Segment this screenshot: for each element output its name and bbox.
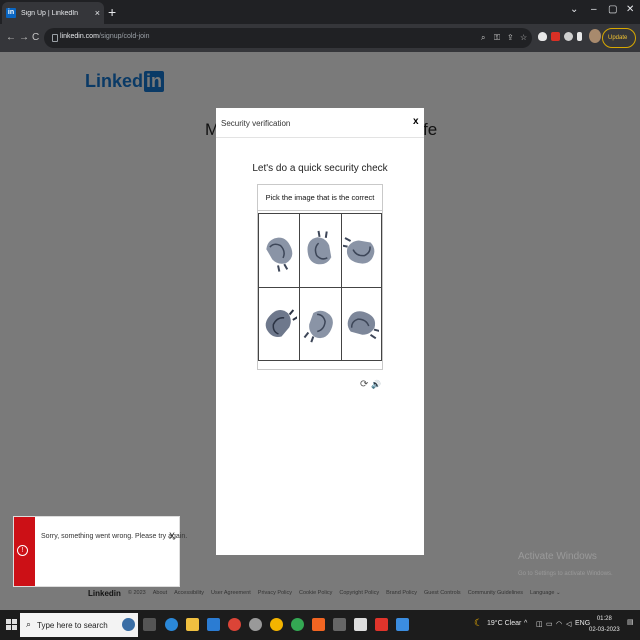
forward-arrow-icon[interactable]: → bbox=[19, 32, 29, 44]
share-icon[interactable]: ⇪ bbox=[507, 33, 514, 42]
tab-close-icon[interactable]: × bbox=[95, 8, 100, 18]
chrome-profile-icon[interactable] bbox=[270, 618, 283, 631]
page-footer: Linkedin © 2023 About Accessibility User… bbox=[88, 588, 561, 598]
footer-link-community-guidelines[interactable]: Community Guidelines bbox=[468, 590, 523, 596]
toast-close-button[interactable]: X bbox=[169, 531, 175, 541]
side-panel-icon[interactable] bbox=[577, 32, 582, 41]
wifi-icon[interactable]: ◠ bbox=[556, 620, 562, 628]
footer-link-copyright-policy[interactable]: Copyright Policy bbox=[339, 590, 379, 596]
captcha-image-option[interactable] bbox=[299, 287, 341, 360]
app-orange-icon[interactable] bbox=[312, 618, 325, 631]
profile-avatar[interactable] bbox=[589, 29, 601, 43]
back-arrow-icon[interactable]: ← bbox=[6, 32, 16, 44]
tab-title: Sign Up | LinkedIn bbox=[21, 9, 79, 17]
footer-language-select[interactable]: Language ⌄ bbox=[530, 590, 561, 596]
footer-logo: Linkedin bbox=[88, 588, 121, 598]
reload-challenge-icon[interactable]: ⟳ bbox=[360, 379, 368, 390]
bookmark-star-icon[interactable]: ☆ bbox=[520, 33, 527, 42]
key-icon[interactable]: ⚿ bbox=[494, 33, 500, 43]
modal-close-button[interactable]: x bbox=[413, 116, 419, 127]
error-toast: ! Sorry, something went wrong. Please tr… bbox=[13, 516, 187, 587]
minimize-button[interactable]: – bbox=[591, 4, 597, 15]
lock-icon bbox=[52, 34, 58, 42]
footer-link-brand-policy[interactable]: Brand Policy bbox=[386, 590, 417, 596]
browser-tab-strip: in Sign Up | LinkedIn × + ⌄ – ▢ ✕ bbox=[0, 0, 640, 24]
windows-start-icon[interactable] bbox=[6, 619, 18, 631]
footer-link-about[interactable]: About bbox=[153, 590, 167, 596]
toast-error-bar: ! bbox=[14, 517, 35, 586]
footer-link-user-agreement[interactable]: User Agreement bbox=[211, 590, 251, 596]
puzzle-extensions-icon[interactable] bbox=[564, 32, 573, 41]
reload-icon[interactable]: C bbox=[32, 32, 39, 44]
captcha-controls: ⟳ 🔊 bbox=[360, 379, 381, 390]
new-tab-button[interactable]: + bbox=[108, 4, 116, 20]
linkedin-logo[interactable]: Linked in bbox=[85, 71, 165, 92]
captcha-instruction: Pick the image that is the correct way u… bbox=[258, 185, 382, 228]
volume-icon[interactable]: ◁ bbox=[566, 620, 571, 628]
chrome-icon[interactable] bbox=[228, 618, 241, 631]
url-text: linkedin.com/signup/cold-join bbox=[60, 33, 150, 40]
edge-icon[interactable] bbox=[165, 618, 178, 631]
captcha-image-option[interactable] bbox=[299, 214, 341, 287]
captcha-image-option[interactable] bbox=[258, 214, 300, 287]
captcha-image-option[interactable] bbox=[258, 287, 300, 360]
shield-extension-icon[interactable] bbox=[538, 32, 547, 41]
search-icon[interactable]: ⌕ bbox=[481, 33, 485, 43]
captcha-image-grid bbox=[258, 213, 382, 361]
activate-windows-subtitle: Go to Settings to activate Windows. bbox=[518, 571, 613, 577]
error-icon: ! bbox=[17, 545, 28, 556]
security-check-heading: Let's do a quick security check bbox=[252, 163, 388, 174]
captcha-image-option[interactable] bbox=[340, 214, 382, 287]
clock-date: 02-03-2023 bbox=[589, 627, 620, 633]
close-window-button[interactable]: ✕ bbox=[626, 4, 634, 15]
footer-link-accessibility[interactable]: Accessibility bbox=[174, 590, 204, 596]
windows-taskbar: ⌕ Type here to search ☾ 19°C Clear ^ ◫ ▭… bbox=[0, 610, 640, 640]
app-red-icon[interactable] bbox=[375, 618, 388, 631]
settings-gear-icon[interactable] bbox=[249, 618, 262, 631]
tab-signup-linkedin[interactable]: in Sign Up | LinkedIn × bbox=[2, 2, 104, 24]
weather-moon-icon: ☾ bbox=[474, 618, 483, 629]
taskbar-search-box[interactable]: ⌕ Type here to search bbox=[20, 613, 138, 637]
footer-link-guest-controls[interactable]: Guest Controls bbox=[424, 590, 461, 596]
search-icon: ⌕ bbox=[26, 619, 32, 629]
file-explorer-icon[interactable] bbox=[186, 618, 199, 631]
footer-copyright: © 2023 bbox=[127, 590, 146, 596]
footer-link-cookie-policy[interactable]: Cookie Policy bbox=[299, 590, 332, 596]
captcha-image-option[interactable] bbox=[340, 287, 382, 360]
address-bar[interactable]: linkedin.com/signup/cold-join ⌕ ⚿ ⇪ ☆ bbox=[44, 28, 532, 48]
red-extension-icon[interactable] bbox=[551, 32, 560, 41]
security-verification-modal: Security verification x Let's do a quick… bbox=[216, 108, 424, 555]
tray-app-icon[interactable]: ◫ bbox=[536, 620, 543, 628]
toast-message: Sorry, something went wrong. Please try … bbox=[41, 533, 188, 540]
taskbar-clock[interactable]: 01:28 02-03-2023 bbox=[589, 614, 620, 636]
tab-search-icon[interactable]: ⌄ bbox=[570, 4, 578, 15]
modal-title: Security verification bbox=[221, 119, 291, 128]
update-button[interactable]: Update ⋮ bbox=[602, 28, 636, 59]
language-indicator[interactable]: ENG bbox=[575, 620, 590, 627]
chrome-alt-icon[interactable] bbox=[291, 618, 304, 631]
captcha-puzzle: Pick the image that is the correct way u… bbox=[257, 184, 383, 370]
app-grey-icon[interactable] bbox=[333, 618, 346, 631]
app-photos-icon[interactable] bbox=[396, 618, 409, 631]
task-view-icon[interactable] bbox=[143, 618, 156, 631]
mail-icon[interactable] bbox=[207, 618, 220, 631]
activate-windows-title: Activate Windows bbox=[518, 551, 597, 562]
footer-link-privacy-policy[interactable]: Privacy Policy bbox=[258, 590, 292, 596]
app-notepad-icon[interactable] bbox=[354, 618, 367, 631]
weather-text[interactable]: 19°C Clear bbox=[487, 620, 521, 627]
battery-icon[interactable]: ▭ bbox=[546, 620, 553, 628]
maximize-button[interactable]: ▢ bbox=[608, 4, 617, 15]
bing-icon[interactable] bbox=[122, 618, 135, 631]
taskbar-search-placeholder: Type here to search bbox=[37, 621, 108, 630]
audio-challenge-icon[interactable]: 🔊 bbox=[371, 380, 381, 389]
tray-chevron-icon[interactable]: ^ bbox=[524, 620, 527, 627]
page-headline-right: fe bbox=[423, 120, 438, 139]
linkedin-favicon-icon: in bbox=[6, 8, 16, 18]
clock-time: 01:28 bbox=[596, 616, 612, 622]
modal-header: Security verification x bbox=[216, 108, 424, 138]
notification-icon[interactable]: ▤ bbox=[627, 618, 634, 626]
